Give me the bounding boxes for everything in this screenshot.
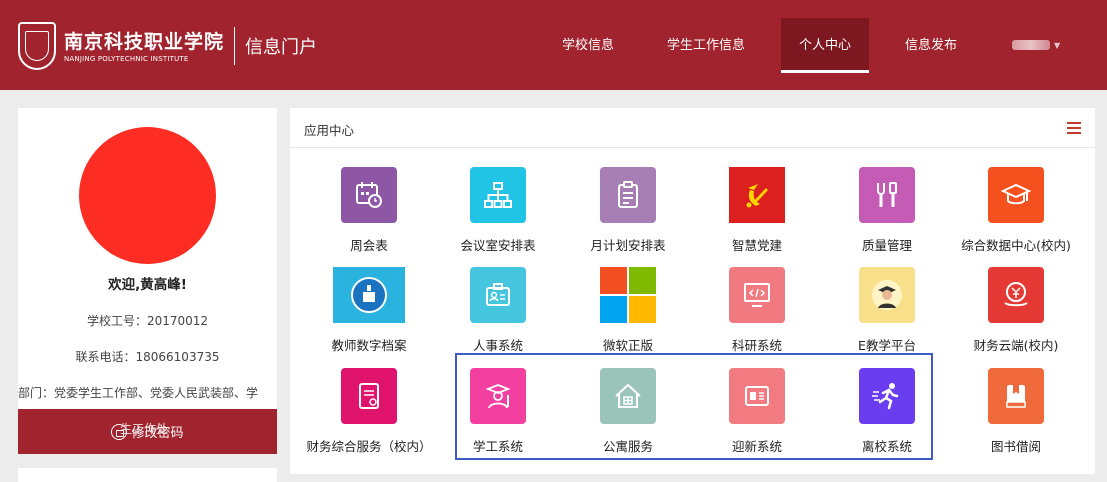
department-overflow: 生工作处	[120, 422, 169, 436]
app-label: 会议室安排表	[460, 238, 536, 253]
app-label: 公寓服务	[602, 439, 653, 454]
staff-id: 学校工号：20170012	[86, 314, 209, 328]
app-data-center[interactable]: 综合数据中心(校内)	[951, 167, 1081, 267]
app-leaving-system[interactable]: 离校系统	[822, 368, 952, 468]
document-stamp-icon	[341, 368, 397, 424]
avatar	[79, 127, 216, 264]
app-enrollment-system[interactable]: 迎新系统	[692, 368, 822, 468]
clipboard-icon	[600, 167, 656, 223]
graduation-cap-icon	[988, 167, 1044, 223]
app-library-borrowing[interactable]: 图书借阅	[951, 368, 1081, 468]
app-center-title: 应用中心	[304, 123, 355, 138]
app-label: 图书借阅	[990, 439, 1041, 454]
phone-number: 联系电话：18066103735	[75, 350, 220, 364]
app-label: 离校系统	[861, 439, 912, 454]
tools-icon	[859, 167, 915, 223]
running-person-icon	[859, 368, 915, 424]
app-label: 教师数字档案	[331, 338, 407, 353]
org-chart-icon	[470, 167, 526, 223]
app-label: E教学平台	[858, 338, 916, 353]
app-weekly-meeting[interactable]: 周会表	[304, 167, 434, 267]
user-menu[interactable]: ▼	[1012, 40, 1060, 50]
profile-card: 欢迎,黄高峰! 学校工号：20170012 联系电话：18066103735 部…	[18, 108, 277, 454]
app-smart-party[interactable]: 智慧党建	[692, 167, 822, 267]
department: 部门：党委学生工作部、党委人民武装部、学	[18, 386, 259, 400]
nav-info-publish[interactable]: 信息发布	[891, 18, 971, 73]
student-icon	[470, 368, 526, 424]
app-label: 微软正版	[602, 338, 653, 353]
windows-logo-icon	[600, 267, 656, 323]
top-header: 南京科技职业学院 NANJING POLYTECHNIC INSTITUTE 信…	[0, 0, 1107, 90]
nav-student-work-info[interactable]: 学生工作信息	[656, 18, 756, 73]
app-label: 周会表	[350, 238, 388, 253]
house-icon	[600, 368, 656, 424]
book-icon	[988, 368, 1044, 424]
app-dormitory-service[interactable]: 公寓服务	[563, 368, 693, 468]
app-finance-service[interactable]: 财务综合服务（校内）	[304, 368, 434, 468]
app-e-teaching[interactable]: E教学平台	[822, 267, 952, 367]
app-label: 财务综合服务（校内）	[306, 439, 432, 454]
nav-personal-center[interactable]: 个人中心	[781, 18, 869, 73]
app-label: 科研系统	[731, 338, 782, 353]
app-center-panel: 应用中心 周会表 会议室安排表 月计划安排表 智慧党建 质量管理 综合数据中心(…	[290, 108, 1095, 474]
app-student-affairs[interactable]: 学工系统	[433, 368, 563, 468]
app-teacher-archive[interactable]: 教师数字档案	[304, 267, 434, 367]
secondary-card	[18, 468, 277, 482]
app-microsoft-genuine[interactable]: 微软正版	[563, 267, 693, 367]
id-card-icon	[470, 267, 526, 323]
app-quality-management[interactable]: 质量管理	[822, 167, 952, 267]
app-label: 人事系统	[472, 338, 523, 353]
app-hr-system[interactable]: 人事系统	[433, 267, 563, 367]
app-label: 综合数据中心(校内)	[961, 238, 1071, 253]
list-view-icon[interactable]	[1067, 122, 1081, 134]
app-monthly-plan[interactable]: 月计划安排表	[563, 167, 693, 267]
code-monitor-icon	[729, 267, 785, 323]
app-meeting-room[interactable]: 会议室安排表	[433, 167, 563, 267]
app-label: 月计划安排表	[590, 238, 666, 253]
welcome-text: 欢迎,黄高峰!	[108, 277, 187, 293]
nav-school-info[interactable]: 学校信息	[548, 18, 628, 73]
app-label: 财务云端(校内)	[973, 338, 1059, 353]
app-label: 质量管理	[861, 238, 912, 253]
app-label: 迎新系统	[731, 439, 782, 454]
teacher-avatar-icon	[859, 267, 915, 323]
app-label: 智慧党建	[731, 238, 782, 253]
welcome-card-icon	[729, 368, 785, 424]
app-center-header: 应用中心	[290, 108, 1095, 148]
podium-icon	[333, 267, 405, 323]
app-research-system[interactable]: 科研系统	[692, 267, 822, 367]
app-label: 学工系统	[472, 439, 523, 454]
caret-down-icon: ▼	[1054, 40, 1061, 50]
calendar-icon	[341, 167, 397, 223]
username-redacted	[1012, 40, 1050, 50]
app-finance-cloud[interactable]: 财务云端(校内)	[951, 267, 1081, 367]
main-nav: 学校信息 学生工作信息 个人中心 信息发布	[0, 18, 1107, 73]
yen-cloud-icon	[988, 267, 1044, 323]
party-emblem-icon	[729, 167, 785, 223]
